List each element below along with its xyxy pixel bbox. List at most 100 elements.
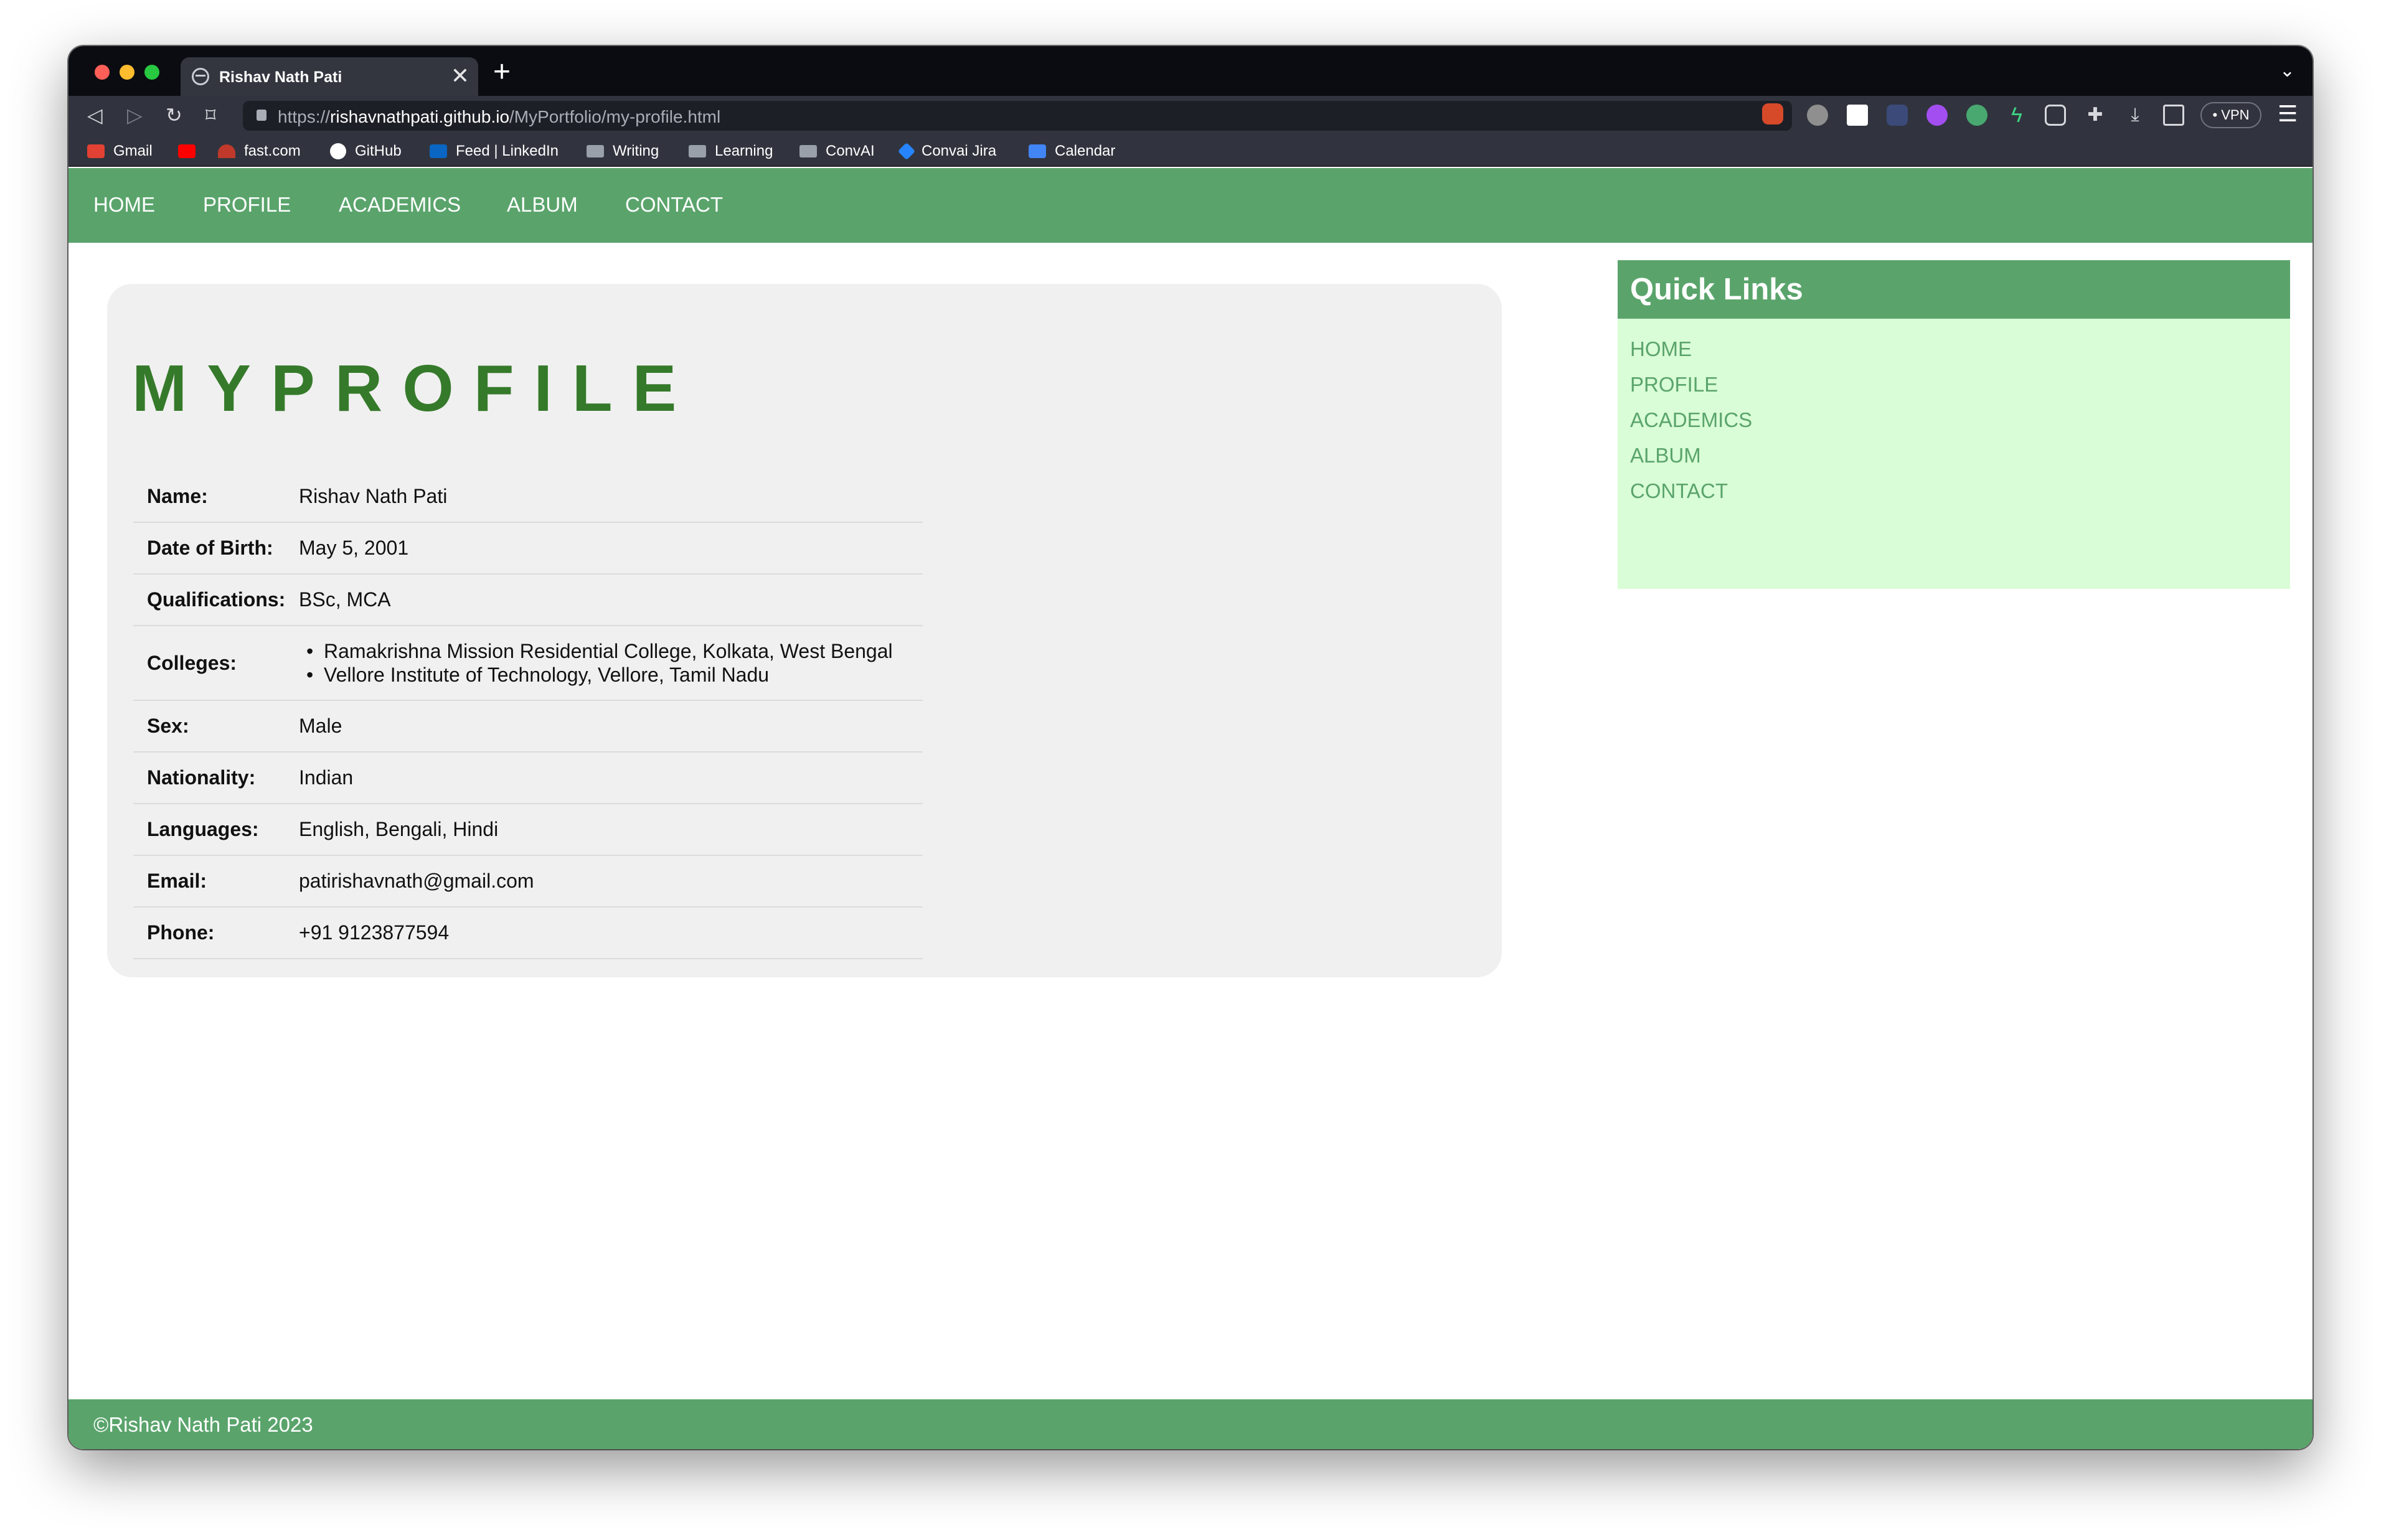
footer-text: ©Rishav Nath Pati 2023 [93,1413,313,1436]
download-icon[interactable]: ⤓ [2124,105,2146,126]
table-row: Name: Rishav Nath Pati [133,471,923,523]
extension-bolt-icon[interactable]: ϟ [2006,105,2027,126]
minimize-window-icon[interactable] [120,65,134,80]
table-row: Nationality: Indian [133,752,923,804]
row-value: Male [299,700,923,753]
bookmark-convai[interactable]: ConvAI [799,142,875,161]
browser-toolbar: ◁ ▷ ↻ ⌑ https://rishavnathpati.github.io… [68,96,2313,134]
lock-icon [257,110,266,121]
bookmarks-bar: Gmail fast.com GitHub Feed | LinkedIn Wr… [68,134,2313,167]
back-icon[interactable]: ◁ [87,103,103,127]
sidebar-toggle-icon[interactable] [2163,105,2184,126]
table-row: Languages: English, Bengali, Hindi [133,804,923,856]
quick-link-academics[interactable]: ACADEMICS [1630,408,1752,432]
globe-icon [192,68,209,85]
table-row: Email: patirishavnath@gmail.com [133,855,923,908]
quick-link-album[interactable]: ALBUM [1630,444,1701,467]
row-value: Ramakrishna Mission Residential College,… [299,626,923,701]
colleges-list: Ramakrishna Mission Residential College,… [299,639,923,687]
page-title: MYPROFILE [132,352,697,425]
page-footer: ©Rishav Nath Pati 2023 [68,1399,2313,1449]
bookmark-convai-jira[interactable]: Convai Jira [897,142,996,161]
bookmark-icon[interactable]: ⌑ [205,103,215,127]
youtube-icon [178,144,196,158]
row-value: Rishav Nath Pati [299,471,923,523]
bookmark-gmail[interactable]: Gmail [87,142,153,161]
linkedin-icon [430,144,447,158]
table-row: Date of Birth: May 5, 2001 [133,522,923,575]
row-label: Sex: [133,700,299,753]
reload-icon[interactable]: ↻ [166,103,182,127]
web-page: HOME PROFILE ACADEMICS ALBUM CONTACT MYP… [68,168,2313,1449]
table-row: Phone: +91 9123877594 [133,907,923,959]
row-label: Name: [133,471,299,523]
row-value: +91 9123877594 [299,907,923,959]
table-row: Qualifications: BSc, MCA [133,574,923,626]
gmail-icon [87,144,105,158]
row-label: Colleges: [133,626,299,701]
close-tab-icon[interactable]: ✕ [451,63,469,88]
extension-bird-icon[interactable] [1887,105,1908,126]
tab-active[interactable]: Rishav Nath Pati ✕ [181,57,478,96]
nav-contact[interactable]: CONTACT [625,193,723,217]
profile-card: MYPROFILE Name: Rishav Nath Pati Date of … [107,284,1502,977]
chevron-down-icon[interactable]: ⌄ [2280,60,2295,82]
tab-title: Rishav Nath Pati [219,68,342,86]
folder-icon [587,145,604,157]
extension-chat-icon[interactable] [1926,105,1948,126]
close-window-icon[interactable] [95,65,110,80]
nav-home[interactable]: HOME [93,193,155,217]
quick-link-profile[interactable]: PROFILE [1630,373,1718,397]
folder-icon [689,145,706,157]
browser-window: Rishav Nath Pati ✕ + ⌄ ◁ ▷ ↻ ⌑ https://r… [68,46,2313,1449]
quick-link-home[interactable]: HOME [1630,337,1692,361]
bookmark-learning[interactable]: Learning [689,142,773,161]
bookmark-calendar[interactable]: Calendar [1029,142,1115,161]
row-label: Email: [133,855,299,908]
table-row: Colleges: Ramakrishna Mission Residentia… [133,626,923,701]
row-value: May 5, 2001 [299,522,923,575]
extension-owl-icon[interactable] [1807,105,1828,126]
bookmark-linkedin[interactable]: Feed | LinkedIn [430,142,559,161]
speed-icon [218,144,235,158]
extension-grammarly-icon[interactable] [1966,105,1987,126]
forward-icon[interactable]: ▷ [127,103,143,127]
top-navigation: HOME PROFILE ACADEMICS ALBUM CONTACT [68,168,2313,243]
bookmark-github[interactable]: GitHub [330,142,402,161]
row-label: Phone: [133,907,299,959]
github-icon [330,143,346,159]
row-label: Languages: [133,804,299,856]
jira-icon [897,142,916,161]
nav-academics[interactable]: ACADEMICS [339,193,461,217]
tab-strip: Rishav Nath Pati ✕ + ⌄ [68,46,2313,96]
row-value: patirishavnath@gmail.com [299,855,923,908]
address-bar[interactable]: https://rishavnathpati.github.io/MyPortf… [243,101,1792,131]
extension-k-icon[interactable] [2045,105,2066,126]
brave-shield-icon[interactable] [1762,103,1783,124]
row-label: Date of Birth: [133,522,299,575]
row-value: BSc, MCA [299,574,923,626]
calendar-icon [1029,144,1046,158]
row-label: Qualifications: [133,574,299,626]
table-row: Sex: Male [133,700,923,753]
folder-icon [799,145,817,157]
vpn-button[interactable]: • VPN [2200,102,2261,128]
nav-album[interactable]: ALBUM [507,193,578,217]
profile-table: Name: Rishav Nath Pati Date of Birth: May … [133,471,923,959]
bookmark-writing[interactable]: Writing [587,142,659,161]
bookmark-youtube[interactable] [178,142,204,161]
menu-icon[interactable]: ☰ [2278,101,2298,127]
bookmark-fast[interactable]: fast.com [218,142,301,161]
nav-profile[interactable]: PROFILE [203,193,291,217]
quick-link-contact[interactable]: CONTACT [1630,479,1728,503]
maximize-window-icon[interactable] [144,65,159,80]
url-text: https://rishavnathpati.github.io/MyPortf… [278,107,721,126]
new-tab-button[interactable]: + [493,55,511,90]
row-label: Nationality: [133,752,299,804]
list-item: Vellore Institute of Technology, Vellore… [299,663,923,687]
quick-links-panel: Quick Links HOME PROFILE ACADEMICS ALBUM… [1618,260,2290,589]
extension-instapaper-icon[interactable] [1847,105,1868,126]
row-value: Indian [299,752,923,804]
row-value: English, Bengali, Hindi [299,804,923,856]
extensions-puzzle-icon[interactable]: ✚ [2085,105,2106,126]
